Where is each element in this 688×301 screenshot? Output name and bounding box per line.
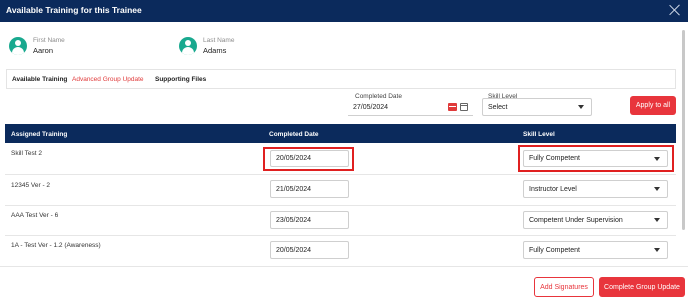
chevron-down-icon bbox=[578, 105, 584, 109]
skill-level-dropdown[interactable]: Instructor Level bbox=[523, 180, 668, 198]
scrollbar[interactable] bbox=[681, 26, 686, 266]
calendar-icon[interactable] bbox=[460, 103, 468, 111]
completed-date-field[interactable]: 21/05/2024 bbox=[270, 180, 349, 198]
user-avatar-icon bbox=[179, 37, 197, 55]
column-header-training: Assigned Training bbox=[11, 131, 68, 138]
table-row: 1A - Test Ver - 1.2 (Awareness) 20/05/20… bbox=[5, 236, 676, 266]
modal-title: Available Training for this Trainee bbox=[6, 5, 142, 15]
complete-group-update-label: Complete Group Update bbox=[604, 283, 680, 291]
completed-date-text: 21/05/2024 bbox=[276, 185, 312, 193]
chevron-down-icon bbox=[654, 218, 660, 222]
apply-to-all-label: Apply to all bbox=[635, 102, 671, 109]
add-signatures-label: Add Signatures bbox=[540, 283, 588, 291]
chevron-down-icon bbox=[654, 187, 660, 191]
completed-date-text: 20/05/2024 bbox=[276, 246, 312, 254]
skill-level-dropdown[interactable]: Competent Under Supervision bbox=[523, 211, 668, 229]
skill-level-select[interactable]: Select bbox=[482, 98, 592, 116]
completed-date-text: 23/05/2024 bbox=[276, 216, 312, 224]
complete-group-update-button[interactable]: Complete Group Update bbox=[599, 277, 685, 297]
highlight-skill-box bbox=[518, 145, 674, 172]
clear-date-icon[interactable] bbox=[448, 103, 457, 111]
close-icon[interactable] bbox=[668, 3, 682, 17]
training-name: AAA Test Ver - 6 bbox=[11, 212, 59, 219]
tab-available-training[interactable]: Available Training bbox=[12, 76, 67, 83]
first-name-label: First Name bbox=[33, 37, 65, 44]
column-header-completed-date: Completed Date bbox=[269, 131, 319, 138]
chevron-down-icon bbox=[654, 248, 660, 252]
completed-date-field[interactable]: 23/05/2024 bbox=[270, 211, 349, 229]
first-name-block: First Name Aaron bbox=[9, 34, 129, 60]
last-name-value: Adams bbox=[203, 46, 227, 55]
last-name-label: Last Name bbox=[203, 37, 235, 44]
skill-level-text: Fully Competent bbox=[529, 246, 580, 254]
skill-level-text: Competent Under Supervision bbox=[529, 216, 623, 224]
training-name: 1A - Test Ver - 1.2 (Awareness) bbox=[11, 242, 101, 249]
add-signatures-button[interactable]: Add Signatures bbox=[534, 277, 594, 297]
table-row: AAA Test Ver - 6 23/05/2024 Competent Un… bbox=[5, 206, 676, 236]
highlight-date-box bbox=[263, 147, 354, 171]
table-row: 12345 Ver - 2 21/05/2024 Instructor Leve… bbox=[5, 175, 676, 206]
training-name: Skill Test 2 bbox=[11, 150, 42, 157]
last-name-block: Last Name Adams bbox=[179, 34, 299, 60]
skill-level-dropdown[interactable]: Fully Competent bbox=[523, 241, 668, 259]
tab-supporting-files[interactable]: Supporting Files bbox=[155, 76, 206, 83]
first-name-value: Aaron bbox=[33, 46, 54, 55]
tab-bar: Available Training Advanced Group Update… bbox=[6, 69, 676, 89]
column-header-skill-level: Skill Level bbox=[523, 131, 555, 138]
skill-level-text: Instructor Level bbox=[529, 185, 577, 193]
completed-date-label: Completed Date bbox=[355, 93, 402, 100]
user-avatar-icon bbox=[9, 37, 27, 55]
skill-level-value: Select bbox=[488, 103, 508, 111]
footer-divider bbox=[0, 266, 688, 267]
completed-date-value: 27/05/2024 bbox=[353, 104, 389, 111]
completed-date-field[interactable]: 20/05/2024 bbox=[270, 241, 349, 259]
scrollbar-thumb[interactable] bbox=[682, 30, 685, 230]
apply-to-all-button[interactable]: Apply to all bbox=[630, 96, 676, 115]
modal-header: Available Training for this Trainee bbox=[0, 0, 688, 22]
tab-advanced-group-update[interactable]: Advanced Group Update bbox=[72, 76, 144, 83]
table-header: Assigned Training Completed Date Skill L… bbox=[5, 124, 676, 143]
training-name: 12345 Ver - 2 bbox=[11, 182, 51, 189]
